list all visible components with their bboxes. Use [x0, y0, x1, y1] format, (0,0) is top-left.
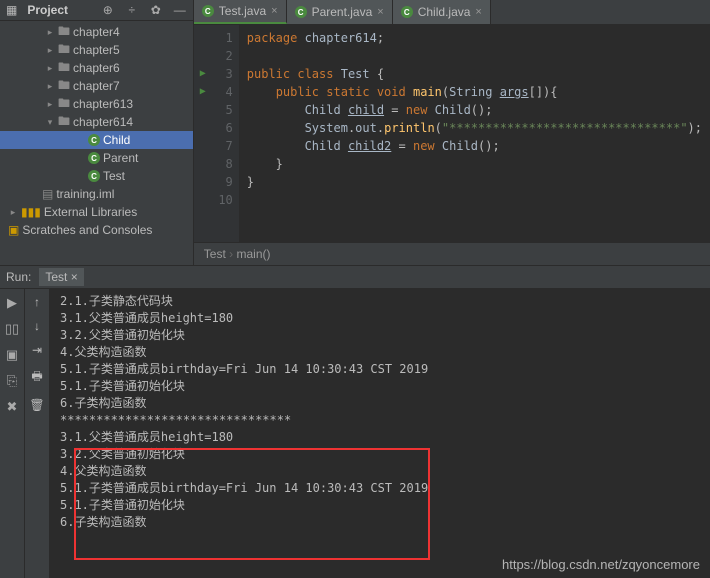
run-label: Run: [6, 270, 31, 284]
tree-item-label: training.iml [56, 187, 114, 201]
sidebar-title: Project [27, 3, 68, 17]
tree-item-label: Test [103, 169, 125, 183]
close-icon[interactable]: × [271, 5, 277, 17]
gutter: 12▶3▶45678910 [194, 25, 239, 242]
console-line: 4.父类构造函数 [60, 463, 700, 480]
close-icon[interactable]: × [475, 6, 481, 18]
divider-icon[interactable]: ÷ [125, 3, 139, 17]
watermark: https://blog.csdn.net/zqyoncemore [502, 557, 700, 572]
console-line: 4.父类构造函数 [60, 344, 700, 361]
tree-item-chapter613[interactable]: ▸🖿chapter613 [0, 95, 193, 113]
editor-area: C Test.java × C Parent.java × C Child.java × 12▶… [194, 0, 710, 265]
tab-test-java[interactable]: C Test.java × [194, 0, 287, 24]
tree-item-test[interactable]: CTest [0, 167, 193, 185]
console-line: 5.1.子类普通成员birthday=Fri Jun 14 10:30:43 C… [60, 361, 700, 378]
run-toolbar-left: ▶ ▯▯ ▣ ⎘ ✖ [0, 289, 25, 578]
console-line: 6.子类构造函数 [60, 395, 700, 412]
tab-label: Parent.java [312, 5, 373, 19]
tree-item-label: chapter6 [73, 61, 120, 75]
collapse-icon[interactable]: — [173, 3, 187, 17]
class-icon: C [88, 152, 100, 164]
tree-item-chapter4[interactable]: ▸🖿chapter4 [0, 23, 193, 41]
console-line: 3.2.父类普通初始化块 [60, 446, 700, 463]
tree-item-chapter5[interactable]: ▸🖿chapter5 [0, 41, 193, 59]
tree-item-training-iml[interactable]: ▤training.iml [0, 185, 193, 203]
wrap-icon[interactable]: ⇥ [32, 343, 42, 357]
pause-icon[interactable]: ▯▯ [5, 321, 19, 337]
up-icon[interactable]: ↑ [34, 295, 40, 309]
run-tab[interactable]: Test × [39, 268, 83, 286]
sidebar-header: ▦ Project ⊕ ÷ ✿ — [0, 0, 193, 21]
tab-child-java[interactable]: C Child.java × [393, 0, 491, 24]
trash-icon[interactable]: 🗑 [29, 398, 44, 412]
gear-icon[interactable]: ✿ [149, 3, 163, 17]
tree-item-label: chapter613 [73, 97, 133, 111]
tree-item-label: chapter5 [73, 43, 120, 57]
rerun-icon[interactable]: ▶ [7, 295, 17, 311]
breadcrumb-method[interactable]: main() [236, 247, 270, 261]
console-line: 2.1.子类静态代码块 [60, 293, 700, 310]
tree-item-chapter6[interactable]: ▸🖿chapter6 [0, 59, 193, 77]
project-tree: ▸🖿chapter4▸🖿chapter5▸🖿chapter6▸🖿chapter7… [0, 21, 193, 265]
console-line: 3.1.父类普通成员height=180 [60, 429, 700, 446]
run-line-icon[interactable]: ▶ [200, 83, 206, 101]
down-icon[interactable]: ↓ [34, 319, 40, 333]
editor-tabs: C Test.java × C Parent.java × C Child.java × [194, 0, 710, 25]
console-line: 6.子类构造函数 [60, 514, 700, 531]
tree-item-label: Scratches and Consoles [22, 223, 152, 237]
tree-item-label: chapter7 [73, 79, 120, 93]
tree-item-child[interactable]: CChild [0, 131, 193, 149]
tree-item-label: Child [103, 133, 130, 147]
tree-item-parent[interactable]: CParent [0, 149, 193, 167]
tab-label: Test.java [219, 4, 266, 18]
run-header: Run: Test × [0, 266, 710, 289]
class-icon: C [202, 5, 214, 17]
console-line: 5.1.子类普通初始化块 [60, 497, 700, 514]
tree-item-chapter614[interactable]: ▾🖿chapter614 [0, 113, 193, 131]
console-line: 3.1.父类普通成员height=180 [60, 310, 700, 327]
class-icon: C [88, 134, 100, 146]
tab-label: Child.java [418, 5, 471, 19]
console-line: ******************************** [60, 412, 700, 429]
camera-icon[interactable]: ▣ [6, 347, 18, 363]
project-icon: ▦ [6, 3, 17, 17]
close-icon[interactable]: × [377, 6, 383, 18]
code-content[interactable]: package chapter614; public class Test { … [239, 25, 710, 242]
tree-item-label: chapter614 [73, 115, 133, 129]
tree-item-label: External Libraries [44, 205, 137, 219]
tree-item-label: chapter4 [73, 25, 120, 39]
class-icon: C [401, 6, 413, 18]
tree-item-external-libraries[interactable]: ▸▮▮▮External Libraries [0, 203, 193, 221]
tree-item-label: Parent [103, 151, 138, 165]
run-line-icon[interactable]: ▶ [200, 65, 206, 83]
class-icon: C [295, 6, 307, 18]
target-icon[interactable]: ⊕ [101, 3, 115, 17]
breadcrumb: Test › main() [194, 242, 710, 265]
exit-icon[interactable]: ⎘ [7, 373, 17, 389]
console-output[interactable]: 2.1.子类静态代码块3.1.父类普通成员height=1803.2.父类普通初… [50, 289, 710, 578]
code-area: 12▶3▶45678910 package chapter614; public… [194, 25, 710, 242]
console-line: 5.1.子类普通成员birthday=Fri Jun 14 10:30:43 C… [60, 480, 700, 497]
tree-item-chapter7[interactable]: ▸🖿chapter7 [0, 77, 193, 95]
breadcrumb-class[interactable]: Test [204, 247, 226, 261]
console-line: 5.1.子类普通初始化块 [60, 378, 700, 395]
run-panel: Run: Test × ▶ ▯▯ ▣ ⎘ ✖ ↑ ↓ ⇥ 🖶 🗑 2.1.子类静… [0, 265, 710, 578]
tree-item-scratches-and-consoles[interactable]: ▣Scratches and Consoles [0, 221, 193, 239]
print-icon[interactable]: 🖶 [31, 367, 42, 388]
pin-icon[interactable]: ✖ [7, 399, 18, 415]
tab-parent-java[interactable]: C Parent.java × [287, 0, 393, 24]
project-sidebar: ▦ Project ⊕ ÷ ✿ — ▸🖿chapter4▸🖿chapter5▸🖿… [0, 0, 194, 265]
run-toolbar-2: ↑ ↓ ⇥ 🖶 🗑 [25, 289, 50, 578]
class-icon: C [88, 170, 100, 182]
console-line: 3.2.父类普通初始化块 [60, 327, 700, 344]
